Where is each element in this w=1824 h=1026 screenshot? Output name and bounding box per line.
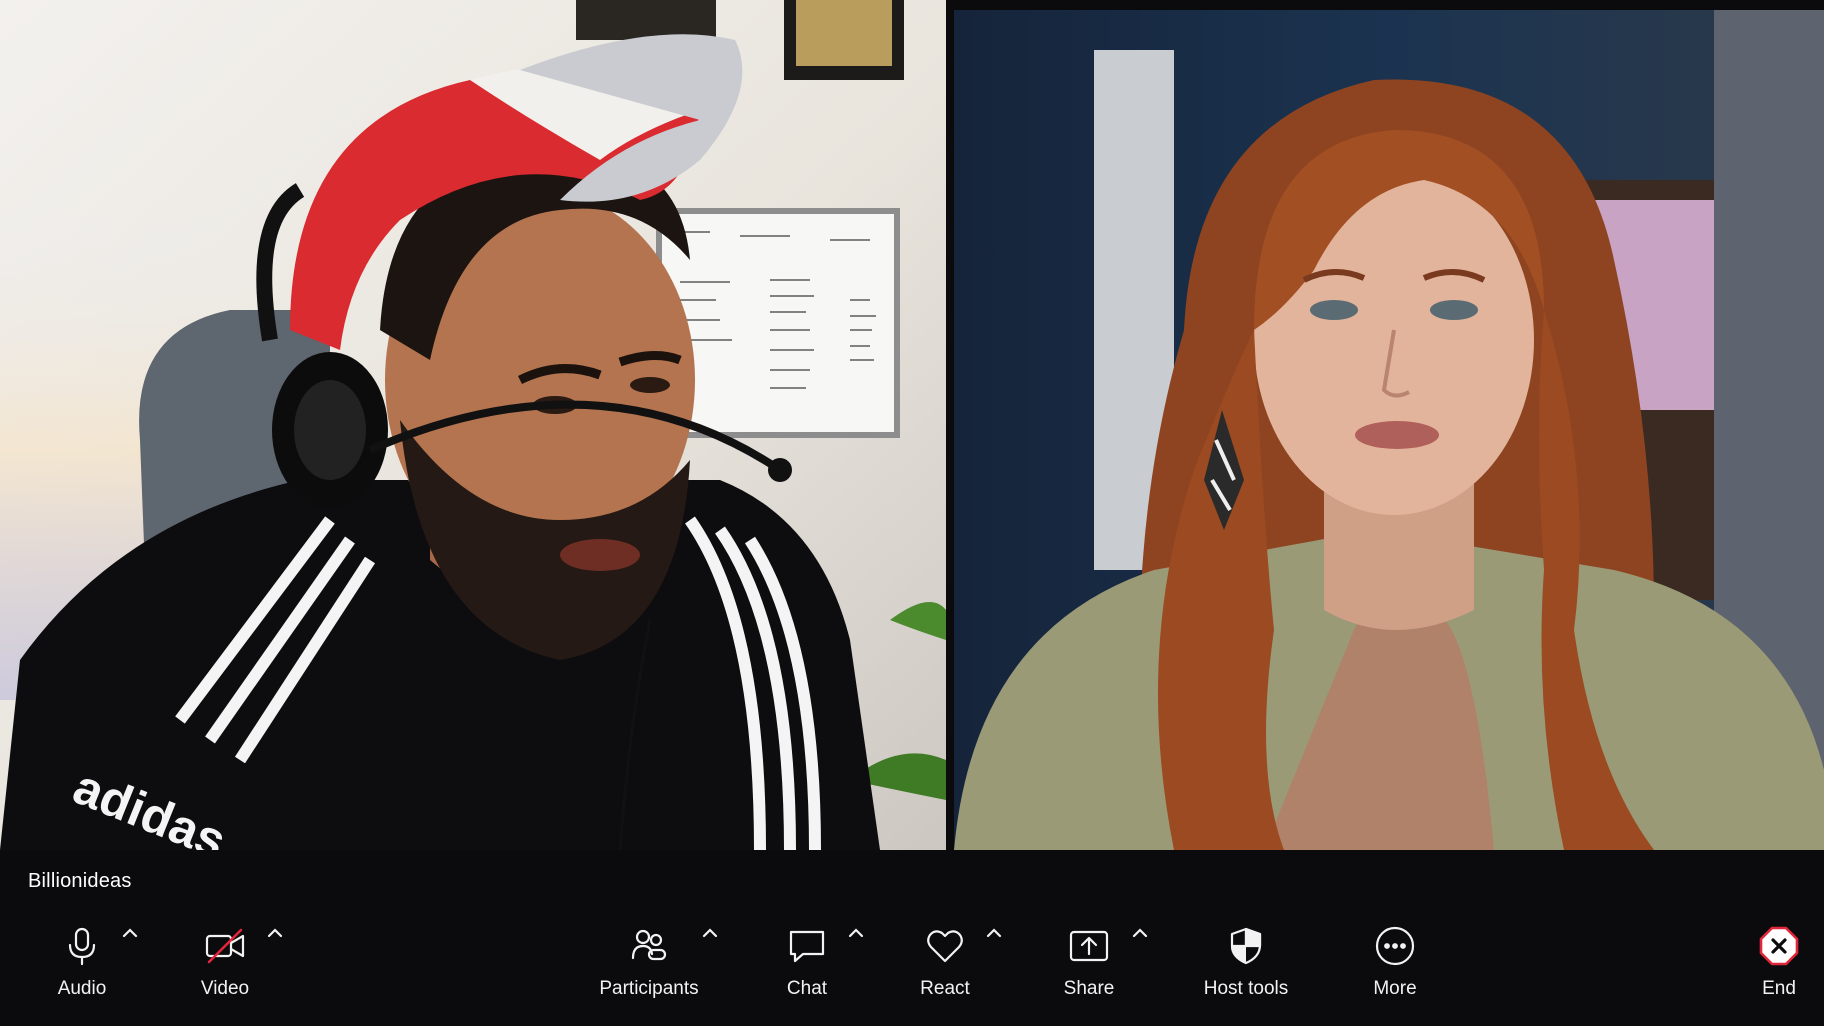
- share-label: Share: [1063, 978, 1115, 999]
- more-label: More: [1373, 978, 1417, 999]
- chat-bubble-icon: [785, 924, 829, 968]
- end-meeting-button[interactable]: End: [1714, 912, 1824, 1012]
- video-feed-right: [954, 10, 1824, 850]
- participant-name-label: Billionideas: [28, 870, 132, 892]
- video-label: Video: [200, 978, 250, 999]
- audio-options-chevron-up-icon[interactable]: [117, 920, 143, 946]
- video-feed-left: adidas: [0, 0, 946, 850]
- video-tile-billionideas[interactable]: adidas: [0, 0, 946, 850]
- react-label: React: [920, 978, 970, 999]
- audio-label: Audio: [57, 978, 107, 999]
- share-options-chevron-up-icon[interactable]: [1127, 920, 1153, 946]
- video-options-chevron-up-icon[interactable]: [262, 920, 288, 946]
- shield-icon: [1224, 924, 1268, 968]
- chat-label: Chat: [786, 978, 828, 999]
- meeting-toolbar: Billionideas Audio Video Participants Ch…: [0, 850, 1824, 1026]
- end-label: End: [1762, 978, 1796, 999]
- participants-label: Participants: [599, 978, 699, 999]
- host-tools-button[interactable]: Host tools: [1181, 912, 1311, 1012]
- share-screen-icon: [1067, 924, 1111, 968]
- microphone-icon: [60, 924, 104, 968]
- react-options-chevron-up-icon[interactable]: [981, 920, 1007, 946]
- more-button[interactable]: More: [1330, 912, 1460, 1012]
- participants-button[interactable]: Participants: [584, 912, 714, 1012]
- more-ellipsis-icon: [1373, 924, 1417, 968]
- end-call-icon: [1757, 924, 1801, 968]
- participants-options-chevron-up-icon[interactable]: [697, 920, 723, 946]
- video-tile-participant-2[interactable]: [954, 10, 1824, 850]
- chat-options-chevron-up-icon[interactable]: [843, 920, 869, 946]
- host-tools-label: Host tools: [1203, 978, 1289, 999]
- video-off-icon: [203, 924, 247, 968]
- heart-icon: [923, 924, 967, 968]
- participants-icon: [627, 924, 671, 968]
